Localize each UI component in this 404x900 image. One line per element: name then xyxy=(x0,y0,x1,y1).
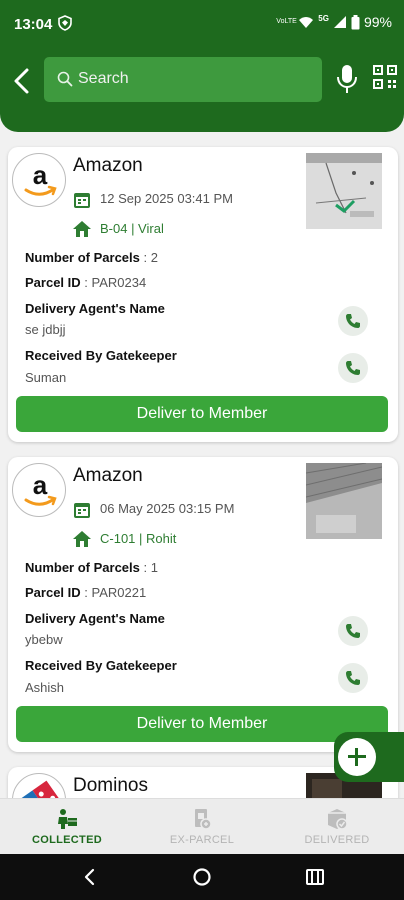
nav-tab-delivered[interactable]: DELIVERED xyxy=(270,799,404,855)
call-agent-button[interactable] xyxy=(338,616,368,646)
svg-text:a: a xyxy=(33,470,48,500)
parcel-id-label: Parcel ID xyxy=(25,585,81,600)
network-type: 5G xyxy=(318,13,329,23)
home-icon xyxy=(73,221,91,237)
nav-label-delivered: DELIVERED xyxy=(304,834,370,846)
parcel-count-label: Number of Parcels xyxy=(25,560,140,575)
vendor-name: Amazon xyxy=(73,465,143,486)
battery-icon xyxy=(351,14,360,29)
search-input[interactable]: Search xyxy=(44,57,322,102)
parcel-id-row: Parcel ID : PAR0234 xyxy=(25,275,146,290)
vendor-logo: a xyxy=(12,153,66,207)
svg-text:a: a xyxy=(33,160,48,190)
qr-scan-icon[interactable] xyxy=(371,62,399,92)
gatekeeper-label: Received By Gatekeeper xyxy=(25,348,177,363)
calendar-icon xyxy=(74,193,90,208)
parcel-count-value: : 2 xyxy=(143,250,158,265)
amazon-logo-icon: a xyxy=(24,160,57,196)
parcel-date: 12 Sep 2025 03:41 PM xyxy=(100,191,233,206)
parcel-id-label: Parcel ID xyxy=(25,275,81,290)
parcel-photo-image xyxy=(306,463,382,539)
parcel-id-value: : PAR0221 xyxy=(84,585,147,600)
search-placeholder: Search xyxy=(78,70,129,87)
call-gatekeeper-button[interactable] xyxy=(338,353,368,383)
vendor-name: Dominos xyxy=(73,775,148,796)
call-gatekeeper-button[interactable] xyxy=(338,663,368,693)
status-indicators: VoLTE 5G 99% xyxy=(276,13,392,31)
gatekeeper-value: Suman xyxy=(25,370,67,385)
shield-icon xyxy=(58,15,72,31)
nav-label-ex-parcel: EX-PARCEL xyxy=(169,834,235,846)
parcel-card[interactable]: a Amazon 06 May 2025 03:15 PM C-101 | Ro… xyxy=(8,457,398,752)
collected-parcel-icon xyxy=(58,809,77,829)
nav-tab-collected[interactable]: COLLECTED xyxy=(0,799,134,855)
parcel-date: 06 May 2025 03:15 PM xyxy=(100,501,235,516)
delivered-parcel-icon xyxy=(328,809,348,830)
parcel-count-row: Number of Parcels : 1 xyxy=(25,560,158,575)
parcel-count-value: : 1 xyxy=(143,560,158,575)
nav-label-collected: COLLECTED xyxy=(32,834,102,846)
calendar-icon xyxy=(74,503,90,518)
microphone-icon[interactable] xyxy=(334,62,360,96)
ex-parcel-icon xyxy=(195,809,212,830)
signal-icon xyxy=(333,16,346,28)
agent-name-value: se jdbjj xyxy=(25,322,66,337)
status-bar: 13:04 VoLTE 5G 99% xyxy=(0,0,404,50)
gatekeeper-value: Ashish xyxy=(25,680,65,695)
home-icon xyxy=(73,531,91,547)
battery-level: 99% xyxy=(363,14,392,30)
agent-name-value: ybebw xyxy=(25,632,63,647)
system-recents-icon[interactable] xyxy=(305,868,325,886)
system-navigation-bar xyxy=(0,854,404,900)
system-back-icon[interactable] xyxy=(82,868,98,886)
flat-member: B-04 | Viral xyxy=(100,221,164,236)
deliver-to-member-button[interactable]: Deliver to Member xyxy=(16,396,388,432)
parcel-photo-image xyxy=(306,153,382,229)
bottom-navigation: COLLECTED EX-PARCEL DELIVERED xyxy=(0,798,404,854)
amazon-logo-icon: a xyxy=(24,470,57,506)
parcel-photo[interactable] xyxy=(306,153,382,229)
parcel-count-row: Number of Parcels : 2 xyxy=(25,250,158,265)
plus-icon-vertical xyxy=(355,748,358,766)
vendor-name: Amazon xyxy=(73,155,143,176)
agent-name-label: Delivery Agent's Name xyxy=(25,611,165,626)
nav-tab-ex-parcel[interactable]: EX-PARCEL xyxy=(135,799,269,855)
wifi-icon xyxy=(299,17,314,28)
status-time: 13:04 xyxy=(14,16,53,33)
parcel-card[interactable]: a Amazon 12 Sep 2025 03:41 PM B-04 | Vir… xyxy=(8,147,398,442)
add-parcel-fab-container xyxy=(334,732,404,782)
flat-member: C-101 | Rohit xyxy=(100,531,177,546)
deliver-to-member-button[interactable]: Deliver to Member xyxy=(16,706,388,742)
gatekeeper-label: Received By Gatekeeper xyxy=(25,658,177,673)
agent-name-label: Delivery Agent's Name xyxy=(25,301,165,316)
parcel-id-row: Parcel ID : PAR0221 xyxy=(25,585,146,600)
phone-icon xyxy=(346,671,360,685)
phone-icon xyxy=(346,314,360,328)
system-home-icon[interactable] xyxy=(192,867,212,887)
vendor-logo: a xyxy=(12,463,66,517)
call-agent-button[interactable] xyxy=(338,306,368,336)
parcel-photo[interactable] xyxy=(306,463,382,539)
back-arrow-icon[interactable] xyxy=(8,64,36,98)
parcel-id-value: : PAR0234 xyxy=(84,275,147,290)
parcel-count-label: Number of Parcels xyxy=(25,250,140,265)
app-header: 13:04 VoLTE 5G 99% Search xyxy=(0,0,404,132)
search-icon xyxy=(57,71,73,87)
add-parcel-button[interactable] xyxy=(338,738,376,776)
phone-icon xyxy=(346,624,360,638)
phone-icon xyxy=(346,361,360,375)
volte-indicator: VoLTE xyxy=(276,18,297,25)
